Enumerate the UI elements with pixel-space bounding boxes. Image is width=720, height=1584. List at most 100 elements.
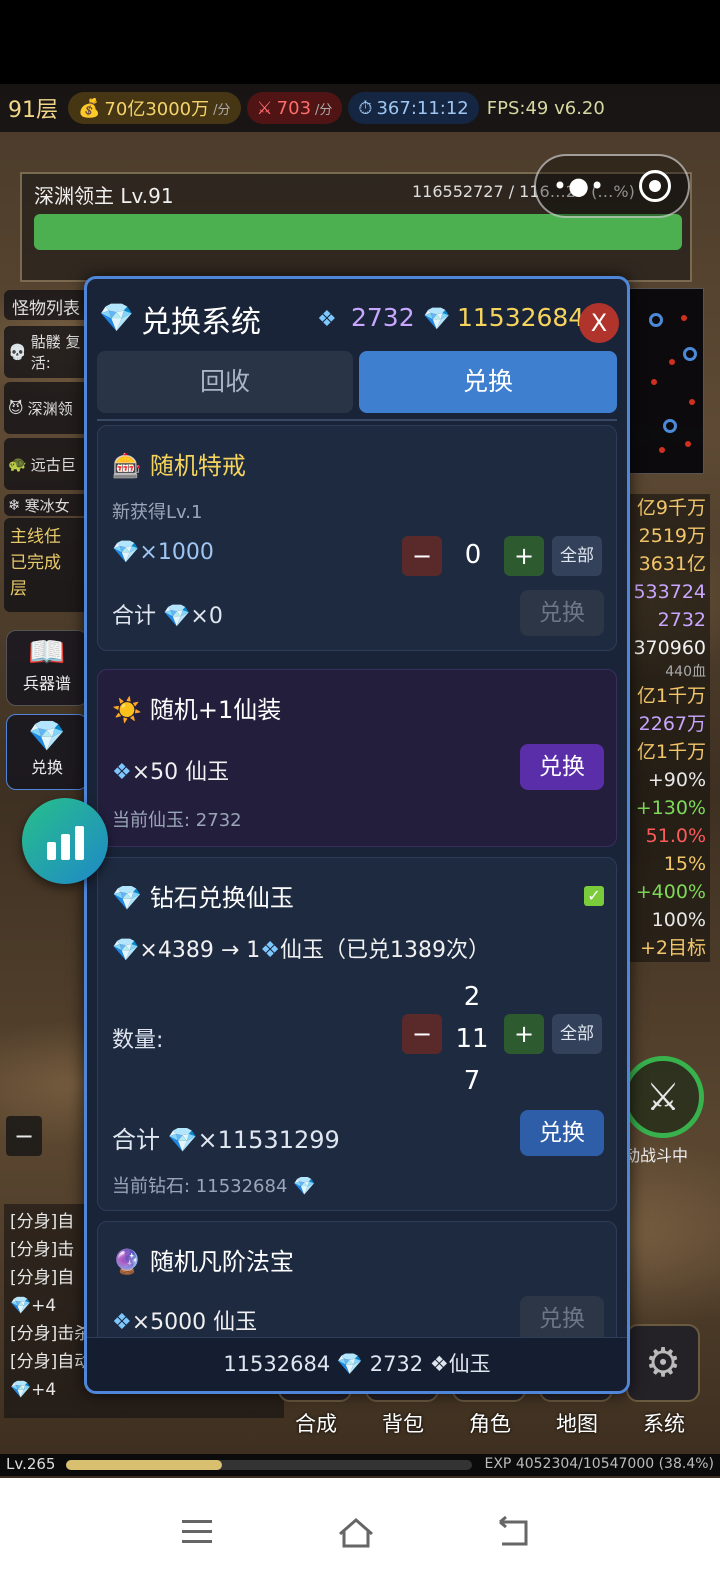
quest-line: 主线任 bbox=[10, 527, 61, 547]
turtle-icon: 🐢 bbox=[8, 455, 27, 473]
radar-dot bbox=[659, 447, 665, 453]
jade-icon: ❖ bbox=[112, 1310, 132, 1335]
mainline-quest[interactable]: 主线任 已完成 层 bbox=[4, 518, 88, 612]
stat-line: +2目标 bbox=[639, 937, 706, 959]
radar-dot bbox=[689, 399, 695, 405]
home-icon[interactable] bbox=[336, 1514, 376, 1550]
modal-header: 💎 兑换系统 ❖ 2732 💎 11532684 X bbox=[87, 279, 627, 351]
quantity-line: 11 bbox=[455, 1024, 489, 1054]
card-title-text: 钻石兑换仙玉 bbox=[149, 884, 294, 912]
auto-exchange-checkbox[interactable]: ✓ bbox=[584, 886, 604, 906]
stopwatch-icon: ⏱ bbox=[358, 97, 373, 119]
more-options-icon[interactable]: •●• bbox=[553, 172, 605, 200]
quantity-value[interactable]: 2 11 7 bbox=[444, 976, 500, 1102]
exit-miniprogram-icon[interactable] bbox=[639, 170, 672, 202]
stat-line: 2267万 bbox=[638, 713, 706, 735]
exp-text: EXP 4052304/10547000 (38.4%) bbox=[484, 1456, 714, 1472]
card-total: 合计 💎×0 bbox=[112, 604, 223, 629]
kill-rate-value: 703 bbox=[276, 97, 312, 119]
quantity-all-button[interactable]: 全部 bbox=[552, 536, 602, 576]
kill-rate-unit: /分 bbox=[315, 102, 333, 118]
quantity-minus-button[interactable]: − bbox=[402, 536, 442, 576]
exchange-card-armor: ☀️ 随机+1仙装 ❖×50 仙玉 兑换 当前仙玉: 2732 bbox=[97, 669, 617, 847]
minus-button[interactable]: − bbox=[6, 1116, 42, 1156]
monster-item[interactable]: 💀 骷髅 复活: bbox=[4, 326, 88, 378]
card-title-text: 随机+1仙装 bbox=[149, 696, 282, 724]
boss-name: 深渊领主 Lv.91 bbox=[34, 184, 174, 208]
stat-line: +400% bbox=[635, 881, 706, 903]
rate-tail: 仙玉（已兑1389次） bbox=[279, 938, 490, 963]
crystal-ball-icon: 🔮 bbox=[112, 1248, 142, 1276]
stats-floating-button[interactable] bbox=[22, 798, 108, 884]
card-current-balance: 当前仙玉: 2732 bbox=[112, 810, 242, 831]
tab-recycle[interactable]: 回收 bbox=[97, 351, 353, 413]
card-title-text: 随机特戒 bbox=[149, 452, 246, 480]
exp-track bbox=[66, 1460, 472, 1470]
rate-value: ×4389 → 1 bbox=[139, 938, 261, 963]
card-current-balance: 当前钻石: 11532684 💎 bbox=[112, 1176, 316, 1197]
gold-rate-unit: /分 bbox=[213, 102, 231, 118]
stat-line: +90% bbox=[647, 769, 706, 791]
menu-icon[interactable] bbox=[178, 1514, 218, 1550]
jade-icon: ❖ bbox=[112, 760, 132, 785]
quantity-minus-button[interactable]: − bbox=[402, 1014, 442, 1054]
exchange-button[interactable]: 兑换 bbox=[520, 590, 604, 636]
stat-line: 亿1千万 bbox=[636, 741, 706, 763]
exchange-modal: 💎 兑换系统 ❖ 2732 💎 11532684 X 回收 兑换 🎰 随机特戒 新… bbox=[84, 276, 630, 1394]
monster-item[interactable]: 🐢 远古巨 bbox=[4, 438, 88, 490]
exchange-button[interactable]: 兑换 bbox=[520, 1110, 604, 1156]
diamond-icon: 💎 bbox=[112, 938, 140, 963]
radar-dot bbox=[663, 419, 677, 433]
jade-balance: 2732 bbox=[351, 303, 415, 332]
quantity-value[interactable]: 0 bbox=[448, 540, 498, 570]
quantity-plus-button[interactable]: + bbox=[504, 536, 544, 576]
radar-dot bbox=[649, 313, 663, 327]
diamond-icon: 💎 bbox=[112, 884, 142, 912]
monster-list-label[interactable]: 怪物列表 bbox=[4, 290, 88, 320]
exchange-list[interactable]: 🎰 随机特戒 新获得Lv.1 💎×1000 − 0 + 全部 合计 💎×0 兑换 … bbox=[87, 421, 627, 1341]
quantity-plus-button[interactable]: + bbox=[504, 1014, 544, 1054]
gear-icon: ⚙ bbox=[626, 1324, 700, 1402]
diamond-icon: 💎 bbox=[28, 719, 66, 754]
back-icon[interactable] bbox=[494, 1514, 534, 1550]
price-value: ×50 仙玉 bbox=[131, 760, 230, 785]
player-level: Lv.265 bbox=[6, 1455, 56, 1473]
top-hud: 91层 💰 70亿3000万 /分 ⚔ 703 /分 ⏱ 367:11:12 F… bbox=[0, 84, 720, 132]
menu-label: 背包 bbox=[382, 1412, 424, 1436]
close-button[interactable]: X bbox=[579, 303, 619, 343]
quantity-line: 7 bbox=[463, 1066, 481, 1096]
weapon-book-button[interactable]: 📖 兵器谱 bbox=[6, 630, 88, 706]
monster-item[interactable]: ❄ 寒冰女 bbox=[4, 494, 88, 516]
radar-dot bbox=[685, 441, 691, 447]
modal-footer-balance: 11532684 💎 2732 ❖仙玉 bbox=[87, 1337, 627, 1391]
jade-icon: ❖ bbox=[260, 938, 280, 963]
tab-exchange[interactable]: 兑换 bbox=[359, 351, 617, 413]
exchange-side-button[interactable]: 💎 兑换 bbox=[6, 714, 88, 790]
card-rate: 💎×4389 → 1❖仙玉（已兑1389次） bbox=[112, 932, 490, 964]
crossed-swords-icon: ⚔ bbox=[256, 97, 273, 119]
auto-battle-button[interactable]: ⚔ bbox=[622, 1056, 704, 1138]
exchange-button[interactable]: 兑换 bbox=[520, 1296, 604, 1341]
stat-line: 15% bbox=[663, 853, 706, 875]
card-title: ☀️ 随机+1仙装 bbox=[112, 690, 281, 725]
menu-system-button[interactable]: ⚙ 系统 bbox=[626, 1324, 702, 1444]
stat-line: 亿9千万 bbox=[636, 497, 706, 519]
stat-line: +130% bbox=[635, 797, 706, 819]
quantity-all-button[interactable]: 全部 bbox=[552, 1014, 602, 1054]
stat-line: 440血 bbox=[665, 664, 706, 680]
timer-value: 367:11:12 bbox=[376, 97, 469, 119]
jade-icon: ❖ bbox=[317, 307, 337, 332]
bar-chart-icon-bar bbox=[74, 826, 84, 860]
skull-icon: 💀 bbox=[8, 343, 27, 361]
book-icon: 📖 bbox=[28, 635, 66, 670]
card-price: 💎×1000 bbox=[112, 540, 214, 565]
monster-item[interactable]: 😈 深渊领 bbox=[4, 382, 88, 434]
radar-dot bbox=[683, 347, 697, 361]
floor-indicator: 91层 bbox=[8, 98, 58, 123]
bar-chart-icon-bar bbox=[60, 834, 70, 860]
card-subtitle: 新获得Lv.1 bbox=[112, 502, 203, 523]
radar-dot bbox=[681, 315, 687, 321]
menu-label: 合成 bbox=[295, 1412, 337, 1436]
card-title-text: 随机凡阶法宝 bbox=[149, 1248, 294, 1276]
exchange-button[interactable]: 兑换 bbox=[520, 744, 604, 790]
